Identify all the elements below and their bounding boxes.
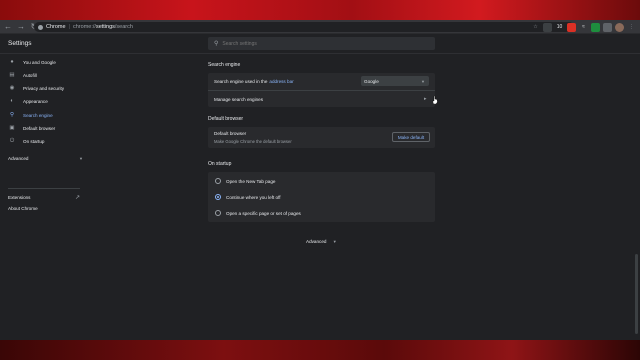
- search-engine-row: Search engine used in the address bar Go…: [208, 73, 435, 89]
- person-icon: ●: [10, 59, 14, 65]
- manage-search-engines-row[interactable]: Manage search engines ▸: [208, 91, 435, 107]
- radio-button-checked[interactable]: [215, 194, 221, 200]
- search-engine-card: Search engine used in the address bar Go…: [208, 73, 435, 107]
- on-startup-section-title: On startup: [208, 161, 232, 167]
- chevron-right-icon: ▸: [424, 96, 427, 102]
- manage-search-engines-label: Manage search engines: [214, 96, 264, 102]
- default-browser-card: Default browser Make Google Chrome the d…: [208, 127, 435, 148]
- chevron-down-icon: ▼: [332, 239, 337, 244]
- sidebar-about[interactable]: About Chrome: [8, 206, 38, 211]
- profile-avatar[interactable]: [615, 22, 624, 32]
- power-icon: ⏻: [9, 137, 15, 144]
- advanced-toggle[interactable]: Advanced ▼: [306, 239, 337, 244]
- shield-icon: ◉: [9, 85, 15, 91]
- toolbar-extensions: ☆ 10 ≈ ⋮: [528, 22, 636, 32]
- star-icon[interactable]: ☆: [531, 23, 540, 32]
- sidebar-advanced[interactable]: Advanced ▼: [8, 153, 83, 163]
- sidebar-item-label: Default browser: [23, 125, 56, 131]
- extension-green-icon[interactable]: [591, 22, 600, 32]
- sidebar-item-autofill[interactable]: ▤ Autofill: [0, 69, 90, 81]
- default-browser-heading: Default browser: [214, 131, 247, 136]
- startup-option-specific-pages[interactable]: Open a specific page or set of pages: [208, 206, 435, 220]
- url-host: settings: [95, 24, 115, 30]
- open-in-new-icon: ↗: [74, 194, 80, 201]
- chevron-down-icon: ▼: [79, 155, 83, 161]
- browser-icon: ▣: [9, 125, 15, 131]
- on-startup-card: Open the New Tab page Continue where you…: [208, 172, 435, 222]
- startup-option-label: Open a specific page or set of pages: [226, 210, 301, 216]
- sidebar-extensions[interactable]: Extensions ↗: [8, 192, 80, 202]
- sidebar-item-label: On startup: [23, 138, 45, 144]
- sidebar-item-label: Search engine: [23, 112, 53, 118]
- page-title: Settings: [8, 40, 32, 47]
- desktop-background-bottom: [0, 340, 640, 360]
- search-engine-section-title: Search engine: [208, 62, 241, 68]
- sidebar-extensions-label: Extensions: [8, 194, 31, 200]
- sidebar-divider: [8, 188, 80, 189]
- search-input[interactable]: [222, 40, 413, 47]
- sidebar-item-on-startup[interactable]: ⏻ On startup: [0, 135, 90, 147]
- scrollbar-thumb[interactable]: [635, 254, 638, 334]
- extension-badge[interactable]: 10: [555, 23, 564, 32]
- startup-option-new-tab[interactable]: Open the New Tab page: [208, 174, 435, 188]
- hand-cursor-icon: [432, 96, 438, 104]
- extension-gray-icon[interactable]: [603, 22, 612, 32]
- radio-button[interactable]: [215, 210, 221, 216]
- search-engine-used-label: Search engine used in the: [214, 78, 268, 84]
- browser-toolbar: ← → ↻ Chrome | chrome://settings/search …: [0, 20, 640, 34]
- url-path: /search: [114, 24, 133, 30]
- sidebar-item-you-and-google[interactable]: ● You and Google: [0, 56, 90, 68]
- sidebar: ● You and Google ▤ Autofill ◉ Privacy an…: [0, 54, 90, 340]
- sidebar-item-label: Autofill: [23, 72, 37, 78]
- omnibox-chip: Chrome: [46, 24, 66, 30]
- address-bar[interactable]: Chrome | chrome://settings/search: [34, 22, 574, 32]
- sidebar-item-label: Privacy and security: [23, 85, 65, 91]
- sidebar-item-label: You and Google: [23, 59, 56, 65]
- forward-icon[interactable]: →: [16, 22, 26, 32]
- menu-icon[interactable]: ⋮: [627, 23, 636, 32]
- sidebar-item-default-browser[interactable]: ▣ Default browser: [0, 122, 90, 134]
- sidebar-item-appearance[interactable]: ◐ Appearance: [0, 95, 90, 107]
- search-engine-select[interactable]: Google ▼: [361, 76, 429, 86]
- startup-option-label: Continue where you left off: [226, 194, 281, 200]
- scrollbar[interactable]: [634, 54, 639, 340]
- extension-wifi-icon[interactable]: ≈: [579, 23, 588, 32]
- sidebar-item-search-engine[interactable]: ⚲ Search engine: [0, 109, 90, 121]
- omnibox-separator: |: [68, 24, 70, 30]
- sidebar-advanced-label: Advanced: [8, 155, 29, 161]
- palette-icon: ◐: [10, 98, 14, 104]
- advanced-label: Advanced: [306, 239, 327, 244]
- settings-search[interactable]: ⚲: [208, 37, 435, 50]
- chevron-down-icon: ▼: [421, 78, 425, 84]
- url-scheme: chrome://: [73, 24, 96, 30]
- settings-header: Settings ⚲: [0, 34, 640, 54]
- search-engine-value: Google: [364, 78, 379, 84]
- back-icon[interactable]: ←: [3, 22, 13, 32]
- default-browser-section-title: Default browser: [208, 116, 244, 122]
- sidebar-item-privacy[interactable]: ◉ Privacy and security: [0, 82, 90, 94]
- startup-option-label: Open the New Tab page: [226, 178, 276, 184]
- chrome-logo-icon: [38, 24, 43, 30]
- sidebar-item-label: Appearance: [23, 98, 48, 104]
- search-icon: ⚲: [9, 112, 15, 118]
- desktop-background-top: [0, 0, 640, 20]
- search-icon: ⚲: [214, 41, 219, 47]
- browser-window: ← → ↻ Chrome | chrome://settings/search …: [0, 20, 640, 340]
- startup-option-continue[interactable]: Continue where you left off: [208, 190, 435, 204]
- extension-red-icon[interactable]: [567, 22, 576, 32]
- address-bar-link[interactable]: address bar: [269, 79, 293, 84]
- radio-button[interactable]: [215, 178, 221, 184]
- extension-icon[interactable]: [543, 22, 552, 32]
- clipboard-icon: ▤: [9, 72, 15, 78]
- make-default-button[interactable]: Make default: [392, 132, 430, 142]
- default-browser-subtext: Make Google Chrome the default browser: [214, 139, 292, 144]
